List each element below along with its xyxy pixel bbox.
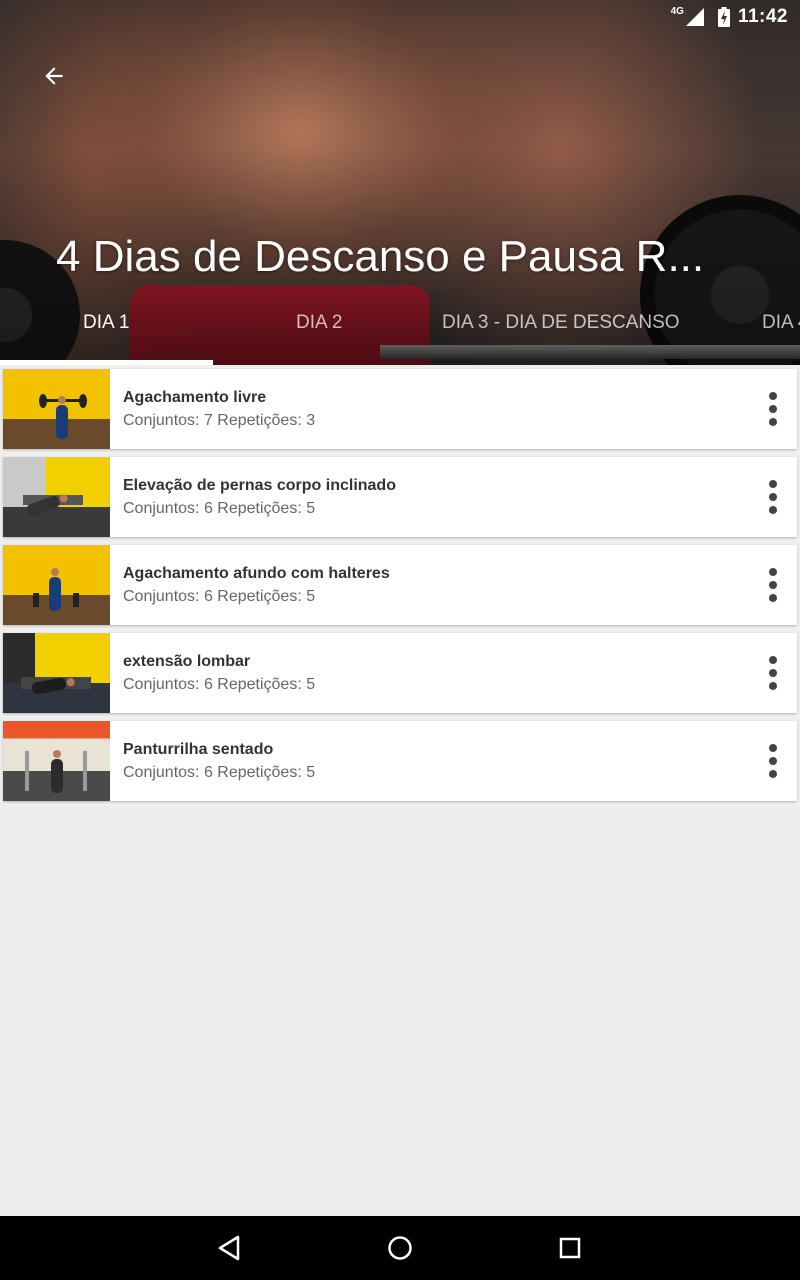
exercise-thumbnail [3,369,110,449]
list-item[interactable]: Agachamento livre Conjuntos: 7 Repetiçõe… [3,369,797,449]
tab-dia-4[interactable]: DIA 4 [762,312,800,334]
exercise-name: Elevação de pernas corpo inclinado [123,477,396,494]
more-vert-icon [769,744,777,752]
exercise-thumbnail [3,457,110,537]
more-vert-icon [769,480,777,488]
exercise-name: Agachamento afundo com halteres [123,565,390,582]
exercise-thumbnail [3,545,110,625]
more-options-button[interactable] [759,741,787,781]
clock: 11:42 [737,6,788,27]
exercise-details: Conjuntos: 7 Repetições: 3 [123,412,316,429]
exercise-thumbnail [3,721,110,801]
tab-dia-1[interactable]: DIA 1 [83,312,129,334]
recents-square-icon [559,1237,581,1259]
more-vert-icon [769,656,777,664]
tab-dia-3[interactable]: DIA 3 - DIA DE DESCANSO [442,312,680,334]
list-item[interactable]: Panturrilha sentado Conjuntos: 6 Repetiç… [3,721,797,801]
more-vert-icon [769,568,777,576]
tab-dia-2[interactable]: DIA 2 [296,312,342,334]
exercise-details: Conjuntos: 6 Repetições: 5 [123,764,316,781]
exercise-details: Conjuntos: 6 Repetições: 5 [123,676,316,693]
tab-bar: DIA 1 DIA 2 DIA 3 - DIA DE DESCANSO DIA … [0,300,800,348]
exercise-details: Conjuntos: 6 Repetições: 5 [123,588,316,605]
exercise-list: Agachamento livre Conjuntos: 7 Repetiçõe… [3,369,797,809]
page-title: 4 Dias de Descanso e Pausa R... [56,232,705,281]
nav-home-button[interactable] [384,1232,416,1264]
exercise-name: extensão lombar [123,653,251,670]
exercise-name: Panturrilha sentado [123,741,274,758]
list-item[interactable]: Elevação de pernas corpo inclinado Conju… [3,457,797,537]
battery-charging-icon [717,7,730,27]
exercise-details: Conjuntos: 6 Repetições: 5 [123,500,316,517]
arrow-back-icon [45,67,63,85]
status-bar: 4G 11:42 [0,0,800,34]
exercise-name: Agachamento livre [123,389,267,406]
more-options-button[interactable] [759,477,787,517]
back-button[interactable] [36,58,72,94]
network-type: 4G [670,5,684,17]
more-vert-icon [769,392,777,400]
exercise-thumbnail [3,633,110,713]
list-item[interactable]: extensão lombar Conjuntos: 6 Repetições:… [3,633,797,713]
nav-recents-button[interactable] [554,1232,586,1264]
more-options-button[interactable] [759,565,787,605]
home-circle-icon [388,1236,412,1260]
nav-back-button[interactable] [214,1232,246,1264]
signal-icon [685,8,704,26]
back-triangle-icon [218,1235,240,1261]
tab-indicator [0,360,213,365]
list-item[interactable]: Agachamento afundo com halteres Conjunto… [3,545,797,625]
more-options-button[interactable] [759,389,787,429]
more-options-button[interactable] [759,653,787,693]
system-nav-bar [0,1216,800,1280]
